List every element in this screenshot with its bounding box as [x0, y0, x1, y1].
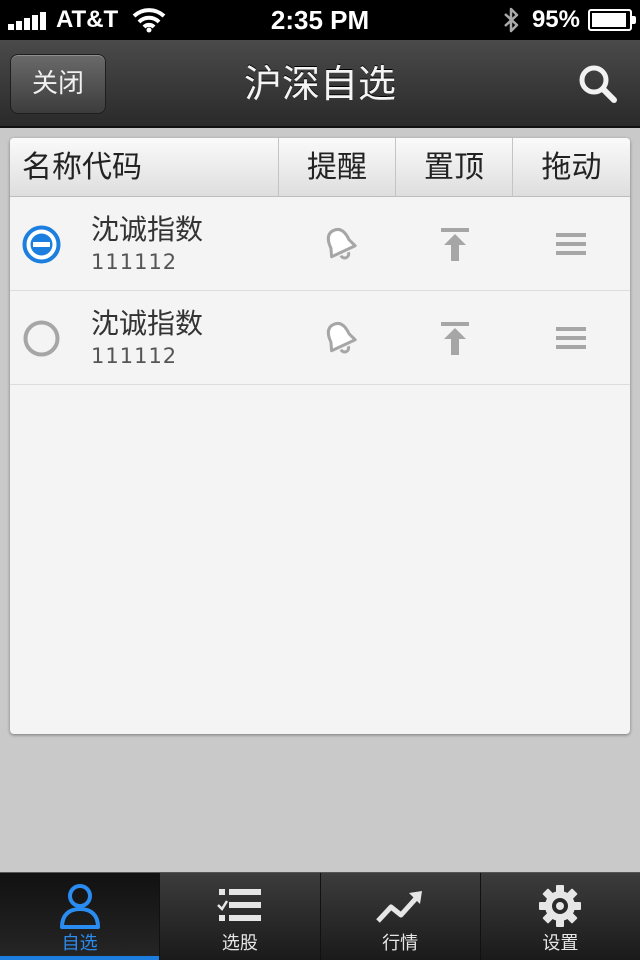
status-bar: AT&T 2:35 PM 95%	[0, 0, 640, 40]
tab-label: 行情	[382, 933, 419, 954]
tab-stock-picker[interactable]: 选股	[160, 873, 321, 960]
stock-code: 111112	[91, 344, 178, 368]
battery-icon	[588, 9, 636, 31]
close-button[interactable]: 关闭	[10, 54, 106, 114]
tab-label: 选股	[221, 933, 258, 954]
bluetooth-icon	[504, 7, 519, 33]
delete-icon[interactable]	[22, 319, 61, 358]
tab-label: 设置	[542, 933, 579, 954]
header-pin-top: 置顶	[396, 138, 513, 197]
person-icon	[59, 884, 100, 929]
tab-bar: 自选 选股 行情 设置	[0, 872, 640, 960]
checklist-icon	[216, 889, 261, 921]
bell-icon[interactable]	[320, 224, 360, 264]
table-row[interactable]: 沈诚指数 111112	[10, 197, 630, 291]
watchlist-panel: 名称代码 提醒 置顶 拖动 沈诚指数 111112 沈诚指数 111112	[10, 138, 630, 734]
page-title: 沪深自选	[243, 62, 396, 106]
stock-name: 沈诚指数	[91, 213, 204, 246]
battery-fill	[592, 13, 627, 27]
tab-settings[interactable]: 设置	[481, 873, 640, 960]
search-icon[interactable]	[578, 64, 618, 104]
header-name-code: 名称代码	[10, 138, 279, 197]
tab-label: 自选	[61, 933, 98, 954]
tab-watchlist[interactable]: 自选	[0, 873, 161, 960]
navigation-bar: 关闭 沪深自选	[0, 40, 640, 128]
table-row[interactable]: 沈诚指数 111112	[10, 291, 630, 385]
trend-icon	[376, 891, 423, 923]
drag-handle-icon[interactable]	[556, 231, 586, 257]
header-remind: 提醒	[279, 138, 396, 197]
pin-top-icon[interactable]	[438, 225, 472, 263]
table-header: 名称代码 提醒 置顶 拖动	[10, 138, 630, 197]
header-drag: 拖动	[541, 150, 602, 185]
bell-icon[interactable]	[320, 318, 360, 358]
delete-icon[interactable]	[22, 225, 61, 264]
battery-percentage: 95%	[531, 6, 580, 33]
stock-code: 111112	[91, 250, 178, 274]
drag-handle-icon[interactable]	[556, 325, 586, 351]
tab-market[interactable]: 行情	[321, 873, 481, 960]
gear-icon	[539, 885, 582, 927]
stock-name: 沈诚指数	[91, 307, 204, 340]
status-right: 95%	[502, 4, 636, 36]
pin-top-icon[interactable]	[438, 319, 472, 357]
